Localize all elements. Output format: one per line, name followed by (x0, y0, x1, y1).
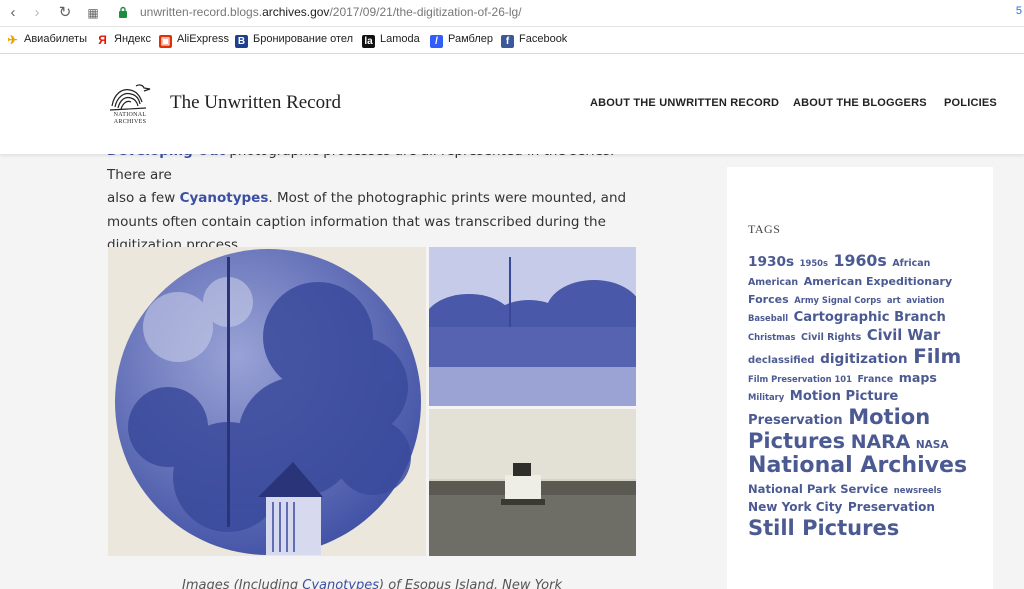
article-body: Developing Out photographic processes ar… (107, 140, 642, 258)
nav-about-bloggers[interactable]: ABOUT THE BLOGGERS (793, 97, 927, 109)
tag-link[interactable]: Film (913, 344, 961, 368)
browser-address-bar: ‹ › ↻ ▦ unwritten-record.blogs.archives.… (0, 0, 1024, 27)
caption-cyanotypes-link[interactable]: Cyanotypes (302, 578, 379, 589)
tag-link[interactable]: maps (899, 370, 937, 385)
tag-link[interactable]: newsreels (894, 485, 942, 495)
cyanotype-landscape-photo[interactable] (429, 247, 636, 406)
bookmark-booking[interactable]: B Бронирование отел (235, 33, 353, 48)
lamoda-icon: la (362, 35, 375, 48)
site-header: NATIONAL ARCHIVES The Unwritten Record AB… (0, 54, 1024, 154)
tag-link[interactable]: art (887, 295, 901, 305)
tag-link[interactable]: Army Signal Corps (794, 295, 881, 305)
tag-link[interactable]: 1930s (748, 254, 794, 270)
sidebar-tags-widget: TAGS 1930s 1950s 1960s African American … (727, 167, 993, 589)
tag-link[interactable]: NARA (851, 431, 911, 453)
tag-link[interactable]: Cartographic Branch (794, 310, 946, 325)
back-icon[interactable]: ‹ (4, 4, 22, 22)
tag-link[interactable]: Military (748, 392, 784, 402)
article-line: mounts often contain caption information… (107, 213, 606, 230)
apps-grid-icon[interactable]: ▦ (84, 4, 102, 22)
tag-cloud: 1930s 1950s 1960s African American Ameri… (748, 251, 970, 540)
tag-link[interactable]: Baseball (748, 313, 788, 324)
tag-link[interactable]: Still Pictures (748, 516, 899, 540)
bookmark-aliexpress[interactable]: ▣ AliExpress (159, 33, 229, 48)
rambler-icon: / (430, 35, 443, 48)
tag-link[interactable]: Preservation (848, 500, 935, 514)
tag-link[interactable]: NASA (916, 439, 949, 451)
tag-link[interactable]: Film Preservation 101 (748, 374, 852, 384)
tag-link[interactable]: National Archives (748, 453, 967, 478)
tag-link[interactable]: 1960s (834, 251, 887, 270)
tag-link[interactable]: New York City (748, 500, 842, 514)
tag-link[interactable]: Civil War (867, 327, 940, 344)
url-field[interactable]: unwritten-record.blogs.archives.gov/2017… (140, 5, 522, 19)
yandex-icon: Я (98, 33, 107, 47)
cyanotypes-link[interactable]: Cyanotypes (180, 190, 269, 206)
tag-link[interactable]: 1950s (800, 258, 828, 268)
tag-link[interactable]: National Park Service (748, 482, 888, 496)
url-end-indicator: 5 (1015, 5, 1022, 17)
tag-link[interactable]: Civil Rights (801, 332, 861, 343)
article-line: also a few Cyanotypes. Most of the photo… (107, 190, 627, 206)
tags-heading: TAGS (748, 222, 781, 236)
logo-wordmark: NATIONAL ARCHIVES (113, 112, 147, 125)
bookmark-facebook[interactable]: f Facebook (501, 33, 567, 48)
bookmark-rambler[interactable]: / Рамблер (430, 33, 493, 48)
tag-link[interactable]: France (858, 374, 894, 385)
nav-policies[interactable]: POLICIES (944, 97, 997, 109)
forward-icon[interactable]: › (28, 4, 46, 22)
bookmark-aviabilety[interactable]: ✈ Авиабилеты (6, 33, 87, 47)
aliexpress-icon: ▣ (159, 35, 172, 48)
bookmark-yandex[interactable]: Я Яндекс (96, 33, 151, 47)
bookmark-lamoda[interactable]: la Lamoda (362, 33, 420, 48)
lock-icon (119, 6, 127, 18)
lighthouse-photo[interactable] (429, 409, 636, 556)
tag-link[interactable]: aviation (906, 295, 944, 305)
photo-caption: Images (Including Cyanotypes) of Esopus … (108, 578, 636, 589)
booking-icon: B (235, 35, 248, 48)
tag-link[interactable]: Christmas (748, 332, 795, 342)
nav-about-record[interactable]: ABOUT THE UNWRITTEN RECORD (590, 97, 779, 109)
site-title[interactable]: The Unwritten Record (170, 92, 341, 114)
tag-link[interactable]: declassified (748, 355, 815, 366)
web-page: NATIONAL ARCHIVES The Unwritten Record AB… (0, 54, 1024, 589)
plane-icon: ✈ (7, 33, 18, 47)
cyanotype-circular-photo[interactable] (108, 247, 426, 556)
facebook-icon: f (501, 35, 514, 48)
reload-icon[interactable]: ↻ (56, 4, 74, 22)
bookmarks-bar: ✈ Авиабилеты Я Яндекс ▣ AliExpress B Брониро… (0, 27, 1024, 54)
tag-link[interactable]: digitization (820, 351, 908, 367)
